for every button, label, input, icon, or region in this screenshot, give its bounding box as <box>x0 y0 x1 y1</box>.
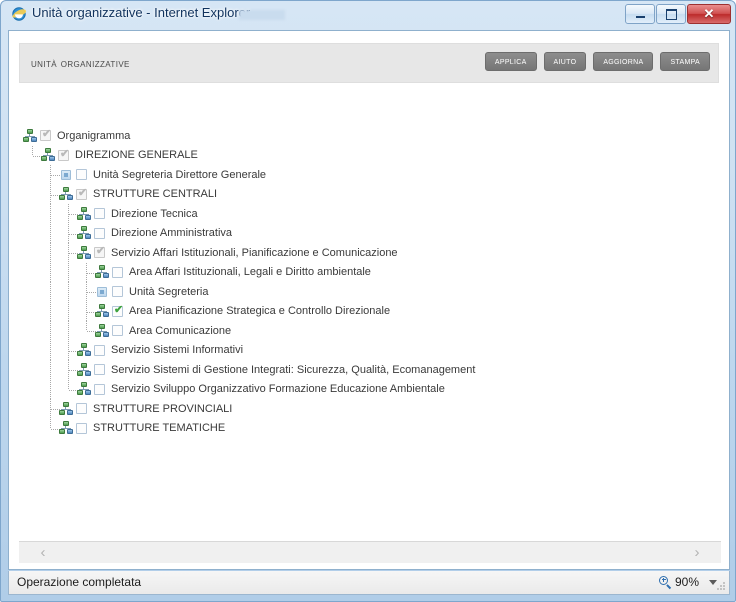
tree-node[interactable]: Servizio Sistemi Informativi <box>23 340 713 360</box>
resize-grip-icon[interactable] <box>716 582 726 592</box>
pager-strip: ‹ › <box>19 541 721 563</box>
page-title: Unità organizzative <box>31 56 130 70</box>
org-chart-icon <box>95 323 110 338</box>
org-chart-icon <box>95 265 110 279</box>
tree-node-label[interactable]: Area Comunicazione <box>129 325 231 337</box>
org-chart-icon <box>59 401 74 416</box>
minimize-button[interactable] <box>625 4 655 24</box>
tree-node[interactable]: Servizio Sviluppo Organizzativo Formazio… <box>23 379 713 399</box>
tree-node-label[interactable]: Servizio Affari Istituzionali, Pianifica… <box>111 247 398 259</box>
checkmark-icon: ✔ <box>42 128 52 141</box>
tree-node-label[interactable]: DIREZIONE GENERALE <box>75 149 198 161</box>
organization-tree[interactable]: ✔ Organigramma ✔ DIREZIONE GENERALE Unità Se… <box>23 126 713 438</box>
tree-node-checkbox[interactable] <box>94 364 105 376</box>
org-chart-icon <box>41 148 56 162</box>
tree-node-checkbox[interactable]: ✔ <box>94 245 106 259</box>
redacted-title-suffix <box>239 10 285 20</box>
close-button[interactable]: ✕ <box>687 4 731 24</box>
tree-node-label[interactable]: Organigramma <box>57 130 130 142</box>
tree-node[interactable]: ✔ DIREZIONE GENERALE <box>23 145 713 166</box>
org-chart-icon <box>77 343 92 357</box>
previous-page-icon[interactable]: ‹ <box>33 543 53 562</box>
tree-node[interactable]: Servizio Sistemi di Gestione Integrati: … <box>23 360 713 380</box>
tree-node-label[interactable]: Servizio Sistemi di Gestione Integrati: … <box>111 364 475 376</box>
tree-node-label[interactable]: Servizio Sviluppo Organizzativo Formazio… <box>111 383 445 395</box>
tree-node-label[interactable]: STRUTTURE CENTRALI <box>93 188 217 200</box>
tree-node-label[interactable]: Direzione Amministrativa <box>111 227 232 239</box>
maximize-button[interactable] <box>656 4 686 24</box>
org-chart-icon <box>77 382 92 396</box>
tree-node[interactable]: Direzione Tecnica <box>23 204 713 224</box>
tree-node-checkbox[interactable] <box>76 403 87 415</box>
header-button-group: Applica Aiuto Aggiorna Stampa <box>484 52 710 71</box>
aggiorna-button[interactable]: Aggiorna <box>593 52 654 71</box>
tree-node-checkbox[interactable]: ✔ <box>40 128 52 142</box>
maximize-icon <box>657 5 685 23</box>
tree-node-checkbox[interactable] <box>94 208 105 220</box>
tree-node-label[interactable]: STRUTTURE TEMATICHE <box>93 422 225 434</box>
tree-node-checkbox[interactable] <box>112 325 123 337</box>
tree-node-checkbox[interactable] <box>112 286 123 298</box>
tree-node-label[interactable]: Servizio Sistemi Informativi <box>111 344 243 356</box>
next-page-icon[interactable]: › <box>687 543 707 562</box>
page-header-strip: Unità organizzative Applica Aiuto Aggior… <box>19 43 719 83</box>
checkmark-icon: ✔ <box>60 147 70 160</box>
tree-node[interactable]: ✔ Organigramma <box>23 126 713 146</box>
tree-node[interactable]: Direzione Amministrativa <box>23 223 713 243</box>
tree-node-label[interactable]: Unità Segreteria Direttore Generale <box>93 169 266 181</box>
unit-icon <box>95 285 110 299</box>
org-chart-icon <box>77 206 92 221</box>
org-chart-icon <box>77 226 92 240</box>
tree-node[interactable]: Unità Segreteria Direttore Generale <box>23 165 713 185</box>
tree-node[interactable]: Area Affari Istituzionali, Legali e Diri… <box>23 262 713 282</box>
zoom-level-label: 90% <box>674 575 699 589</box>
tree-node-checkbox[interactable] <box>112 266 123 278</box>
applica-button[interactable]: Applica <box>484 52 537 71</box>
tree-node-checkbox[interactable]: ✔ <box>76 186 88 200</box>
tree-node[interactable]: ✔ Area Pianificazione Strategica e Contro… <box>23 301 713 321</box>
minimize-icon <box>626 5 654 23</box>
aiuto-button[interactable]: Aiuto <box>543 52 587 71</box>
close-icon: ✕ <box>703 6 715 21</box>
checkmark-icon: ✔ <box>78 186 88 199</box>
zoom-magnifier-icon <box>658 575 672 589</box>
tree-node-label[interactable]: Direzione Tecnica <box>111 208 198 220</box>
tree-node[interactable]: STRUTTURE TEMATICHE <box>23 418 713 439</box>
checkmark-icon: ✔ <box>114 303 124 316</box>
tree-node-checkbox[interactable]: ✔ <box>112 303 124 317</box>
internet-explorer-icon <box>11 6 27 22</box>
title-bar[interactable]: Unità organizzative - Internet Explorer … <box>1 1 736 27</box>
tree-node-checkbox[interactable] <box>94 383 105 395</box>
tree-node-checkbox[interactable] <box>94 227 105 239</box>
status-message: Operazione completata <box>17 575 142 589</box>
tree-node-label[interactable]: Area Pianificazione Strategica e Control… <box>129 305 390 317</box>
tree-node[interactable]: Area Comunicazione <box>23 321 713 341</box>
tree-node[interactable]: STRUTTURE PROVINCIALI <box>23 399 713 419</box>
org-chart-icon <box>95 304 110 318</box>
org-chart-icon <box>59 421 74 435</box>
tree-node-checkbox[interactable] <box>76 422 87 434</box>
status-bar: Operazione completata 90% <box>8 571 730 595</box>
org-chart-icon <box>77 362 92 377</box>
zoom-control[interactable]: 90% <box>658 575 699 589</box>
stampa-button[interactable]: Stampa <box>660 52 710 71</box>
tree-node-label[interactable]: STRUTTURE PROVINCIALI <box>93 403 232 415</box>
tree-node-label[interactable]: Area Affari Istituzionali, Legali e Diri… <box>129 266 371 278</box>
org-chart-icon <box>23 128 38 143</box>
tree-node[interactable]: ✔ Servizio Affari Istituzionali, Pianific… <box>23 243 713 263</box>
org-chart-icon <box>59 187 74 201</box>
tree-node-checkbox[interactable]: ✔ <box>58 147 70 161</box>
tree-node-label[interactable]: Unità Segreteria <box>129 286 209 298</box>
browser-window: Unità organizzative - Internet Explorer … <box>0 0 736 602</box>
unit-icon <box>59 168 74 182</box>
tree-node-checkbox[interactable] <box>94 344 105 356</box>
tree-node-checkbox[interactable] <box>76 169 87 181</box>
tree-node[interactable]: ✔ STRUTTURE CENTRALI <box>23 184 713 204</box>
tree-node[interactable]: Unità Segreteria <box>23 282 713 302</box>
checkmark-icon: ✔ <box>96 245 106 258</box>
window-title: Unità organizzative - Internet Explorer <box>32 5 251 20</box>
org-chart-icon <box>77 245 92 260</box>
document-area: Unità organizzative Applica Aiuto Aggior… <box>8 30 730 570</box>
